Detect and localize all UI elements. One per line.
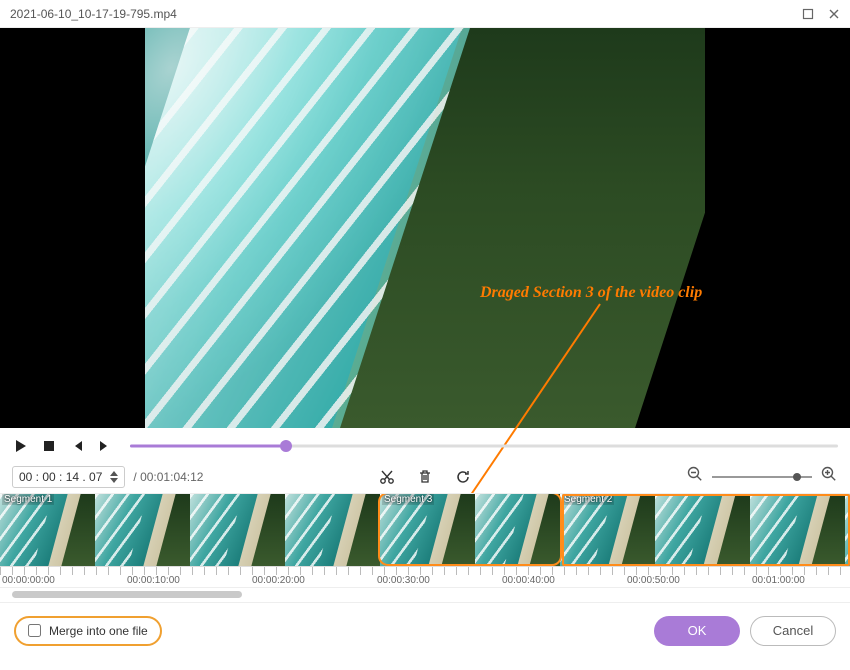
ruler-tick: 00:01:00:00 [750,575,850,587]
cancel-button[interactable]: Cancel [750,616,836,646]
current-time-value: 00 : 00 : 14 . 07 [19,470,102,484]
maximize-button[interactable] [802,8,814,20]
video-preview-area: Draged Section 3 of the video clip [0,28,850,428]
timeline-ruler: 00:00:00:00 00:00:10:00 00:00:20:00 00:0… [0,566,850,588]
play-button[interactable] [12,437,30,455]
thumb-seg1-2[interactable] [190,494,285,566]
thumb-seg3-1[interactable] [475,494,560,566]
seek-slider[interactable] [130,441,838,451]
thumb-seg2-3[interactable] [845,494,850,566]
close-button[interactable] [828,8,840,20]
thumb-seg2-1[interactable] [655,494,750,566]
timeline-thumbnails[interactable]: Segment 1 Segment 3 Segment 2 [0,494,850,566]
merge-label: Merge into one file [49,624,148,638]
thumb-seg1-1[interactable] [95,494,190,566]
ruler-tick: 00:00:30:00 [375,575,500,587]
total-duration: / 00:01:04:12 [133,470,203,484]
video-preview[interactable] [145,28,705,428]
ruler-tick: 00:00:00:00 [0,575,125,587]
stop-button[interactable] [40,437,58,455]
merge-into-one-file[interactable]: Merge into one file [14,616,162,646]
thumb-seg2-2[interactable] [750,494,845,566]
ruler-tick: 00:00:20:00 [250,575,375,587]
cut-button[interactable] [377,467,397,487]
ruler-tick: 00:00:50:00 [625,575,750,587]
timeline-scrollbar[interactable] [12,590,838,600]
segment3-label: Segment 3 [382,494,434,505]
time-step-down[interactable] [110,477,118,484]
zoom-slider[interactable] [712,476,812,478]
title-bar: 2021-06-10_10-17-19-795.mp4 [0,0,850,28]
zoom-out-button[interactable] [686,465,704,488]
rotate-button[interactable] [453,467,473,487]
ruler-tick: 00:00:10:00 [125,575,250,587]
thumb-seg3-0[interactable]: Segment 3 [380,494,475,566]
current-time-input[interactable]: 00 : 00 : 14 . 07 [12,466,125,488]
delete-button[interactable] [415,467,435,487]
segment1-label: Segment 1 [2,494,54,505]
thumb-seg1-0[interactable]: Segment 1 [0,494,95,566]
ok-button[interactable]: OK [654,616,740,646]
thumb-seg2-0[interactable]: Segment 2 [560,494,655,566]
timeline: Segment 1 Segment 3 Segment 2 00:00:00:0… [0,494,850,600]
ruler-tick: 00:00:40:00 [500,575,625,587]
playback-controls [0,428,850,460]
next-frame-button[interactable] [96,437,114,455]
timeline-scrollbar-thumb[interactable] [12,591,242,598]
footer: Merge into one file OK Cancel [0,602,850,658]
prev-frame-button[interactable] [68,437,86,455]
zoom-in-button[interactable] [820,465,838,488]
window-title: 2021-06-10_10-17-19-795.mp4 [10,7,802,21]
merge-checkbox[interactable] [28,624,41,637]
time-tools-row: 00 : 00 : 14 . 07 / 00:01:04:12 [0,460,850,494]
time-step-up[interactable] [110,470,118,477]
thumb-seg1-3[interactable] [285,494,380,566]
segment2-label: Segment 2 [562,494,614,505]
